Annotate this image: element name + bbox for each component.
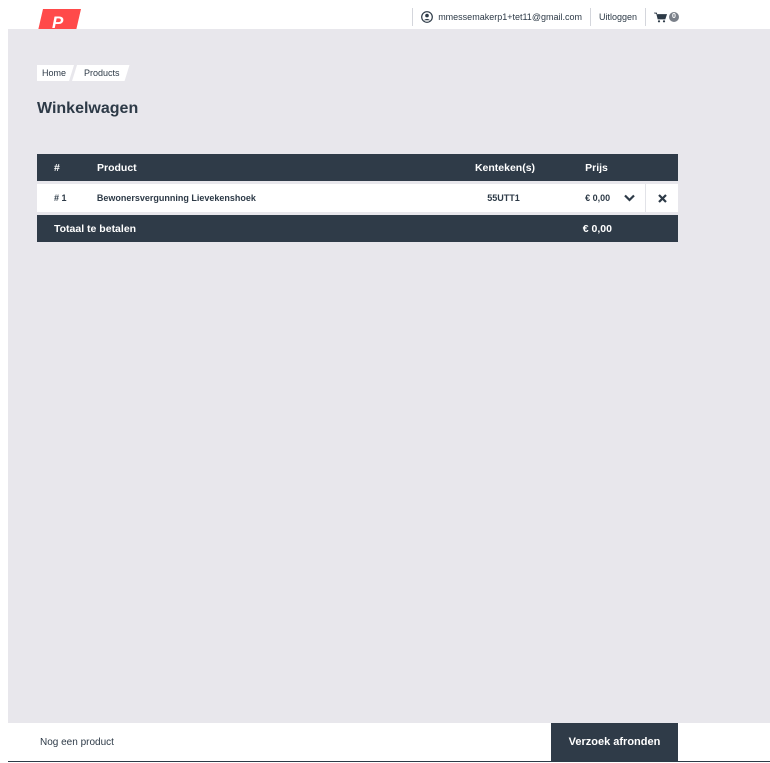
logout-link[interactable]: Uitloggen bbox=[599, 12, 637, 22]
header-user-area: mmessemakerp1+tet11@gmail.com Uitloggen … bbox=[404, 8, 679, 26]
chevron-down-icon bbox=[623, 194, 635, 202]
cart-count-badge: 0 bbox=[669, 12, 679, 22]
divider bbox=[8, 761, 770, 762]
footer-bar: Nog een product Verzoek afronden bbox=[0, 723, 770, 763]
cart-table: # Product Kenteken(s) Prijs # 1 Bewoners… bbox=[37, 154, 678, 242]
row-product: Bewonersvergunning Lievekenshoek bbox=[96, 193, 256, 203]
add-another-product-link[interactable]: Nog een product bbox=[40, 737, 114, 748]
user-icon bbox=[421, 11, 434, 23]
total-label: Totaal te betalen bbox=[54, 222, 137, 235]
top-header: P mmessemakerp1+tet11@gmail.com Uitlogge… bbox=[0, 0, 770, 35]
remove-button[interactable] bbox=[646, 184, 678, 212]
divider bbox=[645, 8, 646, 26]
row-price: € 0,00 bbox=[585, 193, 611, 203]
expand-button[interactable] bbox=[613, 184, 647, 212]
row-plate: 55UTT1 bbox=[487, 193, 520, 203]
total-value: € 0,00 bbox=[582, 222, 612, 235]
cart-button[interactable]: 0 bbox=[654, 12, 679, 23]
col-number-header: # bbox=[54, 161, 60, 174]
divider bbox=[589, 8, 591, 26]
total-row: Totaal te betalen € 0,00 bbox=[37, 215, 678, 242]
col-price-header: Prijs bbox=[585, 161, 608, 174]
submit-request-button[interactable]: Verzoek afronden bbox=[551, 723, 678, 761]
cart-icon bbox=[654, 12, 667, 22]
user-email[interactable]: mmessemakerp1+tet11@gmail.com bbox=[438, 12, 582, 22]
divider bbox=[412, 8, 414, 26]
col-product-header: Product bbox=[97, 161, 137, 174]
table-row: # 1 Bewonersvergunning Lievekenshoek 55U… bbox=[37, 184, 678, 212]
col-plate-header: Kenteken(s) bbox=[474, 161, 536, 174]
breadcrumb: Home Products bbox=[37, 65, 131, 81]
breadcrumb-home[interactable]: Home bbox=[37, 65, 74, 81]
breadcrumb-products[interactable]: Products bbox=[72, 65, 130, 81]
table-header: # Product Kenteken(s) Prijs bbox=[37, 154, 678, 181]
main-content: Home Products Winkelwagen # Product Kent… bbox=[8, 29, 770, 723]
page-title: Winkelwagen bbox=[37, 100, 139, 117]
row-number: # 1 bbox=[54, 193, 67, 203]
close-icon bbox=[657, 193, 667, 203]
